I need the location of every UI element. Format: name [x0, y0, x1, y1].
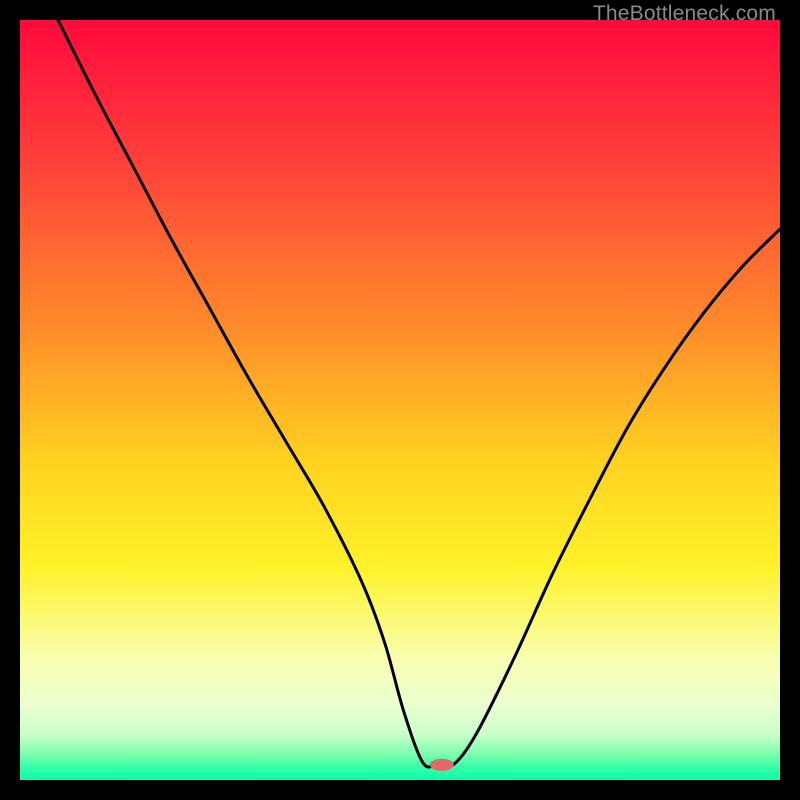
- gradient-background: [20, 20, 780, 780]
- optimal-point-marker: [430, 759, 454, 771]
- bottleneck-chart: [20, 20, 780, 780]
- chart-frame: [20, 20, 780, 780]
- watermark-text: TheBottleneck.com: [593, 2, 776, 26]
